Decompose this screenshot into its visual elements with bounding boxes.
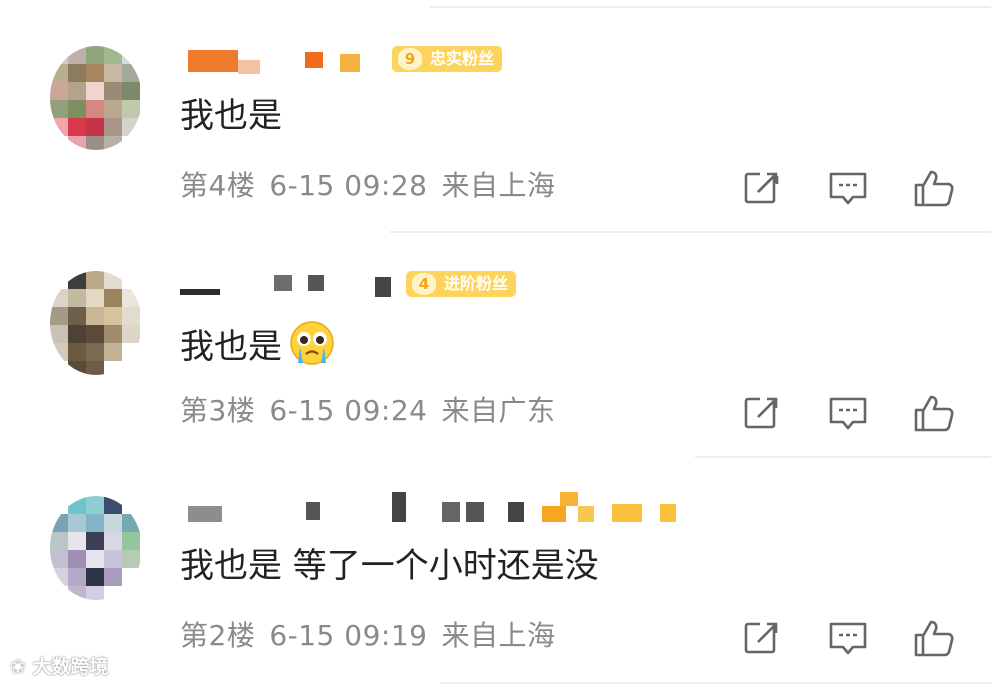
timestamp: 6-15 09:24 xyxy=(269,394,428,427)
share-icon[interactable] xyxy=(740,391,784,435)
fan-level-badge: 4 进阶粉丝 xyxy=(406,271,517,297)
location: 来自广东 xyxy=(441,394,556,427)
comment-text: 我也是 xyxy=(180,319,336,378)
floor-number: 第4楼 xyxy=(180,169,256,202)
comment-icon[interactable] xyxy=(826,166,870,210)
comment-icon[interactable] xyxy=(826,616,870,660)
comment-text: 我也是 xyxy=(180,96,282,136)
comment-item-floor-4: 9 忠实粉丝 我也是 第4楼 6-15 09:28 来自上海 xyxy=(0,0,991,225)
comment-item-floor-3: 4 进阶粉丝 我也是 第3楼 6-15 09:24 来自广东 xyxy=(0,225,991,450)
floor-number: 第2楼 xyxy=(180,619,256,652)
share-icon[interactable] xyxy=(740,616,784,660)
floor-number: 第3楼 xyxy=(180,394,256,427)
comment-actions xyxy=(740,166,960,210)
fan-level-label: 忠实粉丝 xyxy=(430,49,495,68)
avatar[interactable] xyxy=(50,46,142,150)
comment-meta: 第4楼 6-15 09:28 来自上海 xyxy=(180,168,569,204)
comment-item-floor-2: 我也是 等了一个小时还是没 第2楼 6-15 09:19 来自上海 xyxy=(0,450,991,675)
fan-level-number: 9 xyxy=(398,48,422,70)
username[interactable]: 4 进阶粉丝 xyxy=(180,267,740,307)
thumbs-up-icon[interactable] xyxy=(912,616,956,660)
timestamp: 6-15 09:28 xyxy=(269,169,428,202)
comment-meta: 第2楼 6-15 09:19 来自上海 xyxy=(180,618,569,654)
comment-meta: 第3楼 6-15 09:24 来自广东 xyxy=(180,393,569,429)
comment-actions xyxy=(740,391,960,435)
location: 来自上海 xyxy=(441,169,556,202)
avatar[interactable] xyxy=(50,271,142,375)
thumbs-up-icon[interactable] xyxy=(912,391,956,435)
comment-actions xyxy=(740,616,960,660)
crying-face-emoji xyxy=(288,319,336,378)
watermark: ❀ 大数跨境 xyxy=(10,656,109,678)
fan-level-number: 4 xyxy=(412,273,436,295)
comment-icon[interactable] xyxy=(826,391,870,435)
timestamp: 6-15 09:19 xyxy=(269,619,428,652)
avatar[interactable] xyxy=(50,496,142,600)
thumbs-up-icon[interactable] xyxy=(912,166,956,210)
watermark-logo-icon: ❀ xyxy=(10,656,33,678)
username[interactable]: 9 忠实粉丝 xyxy=(180,42,740,82)
username[interactable] xyxy=(180,492,740,532)
share-icon[interactable] xyxy=(740,166,784,210)
fan-level-label: 进阶粉丝 xyxy=(444,274,509,293)
comment-text: 我也是 等了一个小时还是没 xyxy=(180,546,599,586)
location: 来自上海 xyxy=(441,619,556,652)
fan-level-badge: 9 忠实粉丝 xyxy=(392,46,503,72)
